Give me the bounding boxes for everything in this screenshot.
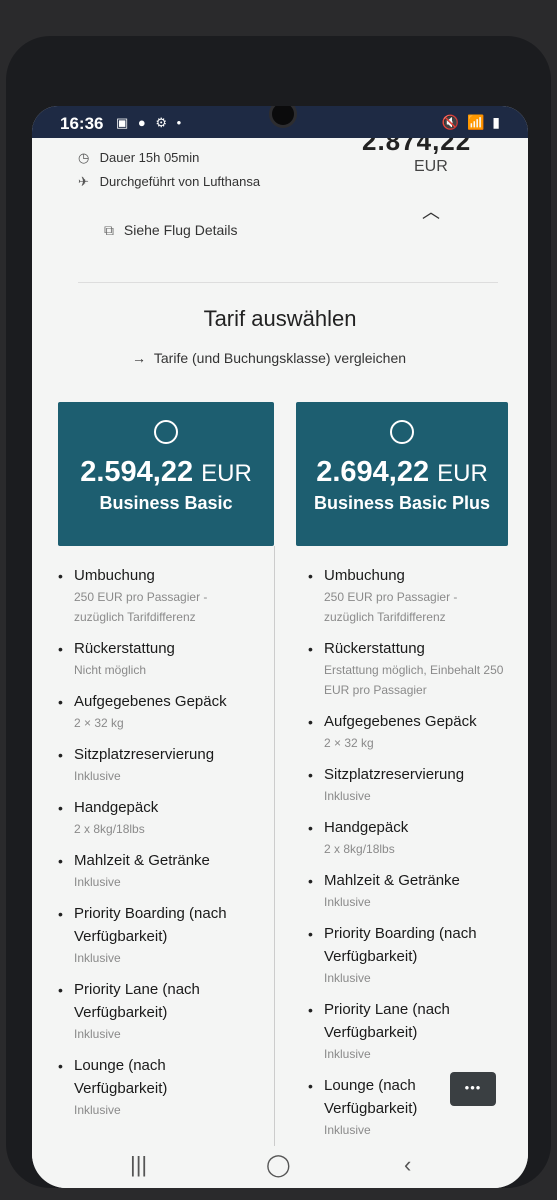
recents-icon[interactable]: ||| [130,1152,147,1178]
compare-fares-link[interactable]: → Tarife (und Buchungsklasse) vergleiche… [132,350,406,366]
copy-icon: ⧉ [104,222,114,238]
compare-fares-label: Tarife (und Buchungsklasse) vergleichen [153,350,407,366]
operator-row: ✈ Durchgeführt von Lufthansa [78,174,260,190]
feature-item: • Sitzplatzreservierung Inklusive [308,766,465,803]
feature-item: • Aufgegebenes Gepäck 2 × 32 kg [308,713,477,750]
fare-radio-button[interactable] [154,420,178,444]
fare-name: Business Basic Plus [313,493,491,513]
fare-features-basic: • Umbuchung 250 EUR pro Passagier - zuzügl… [58,564,258,1130]
flight-details-label: Siehe Flug Details [123,222,238,238]
arrow-right-icon: → [132,350,146,366]
collapse-chevron-icon[interactable]: ︿ [422,198,440,224]
home-icon[interactable]: ◯ [266,1152,291,1178]
feature-item: • Handgepäck 2 x 8kg/18lbs [308,819,409,856]
duration-row: ◷ Dauer 15h 05min [78,150,199,166]
android-nav-bar: ||| ◯ ‹ [32,1146,528,1188]
fare-price: 2.694,22 EUR [316,456,488,488]
feature-item: • Mahlzeit & Getränke Inklusive [308,872,460,909]
fare-card-business-basic[interactable]: 2.594,22 EUR Business Basic [58,402,274,546]
fare-section-title: Tarif auswählen [203,306,357,331]
feature-item: • Handgepäck 2 x 8kg/18lbs [58,799,159,836]
fare-price: 2.594,22 EUR [80,456,252,488]
chat-button[interactable]: ••• [450,1072,496,1106]
feature-item: • Priority Boarding (nach Verfügbarkeit) I… [308,925,477,985]
feature-item: • Priority Boarding (nach Verfügbarkeit) I… [58,905,227,965]
back-icon[interactable]: ‹ [404,1152,411,1178]
operator-text: Durchgeführt von Lufthansa [99,174,261,189]
feature-item: • Priority Lane (nach Verfügbarkeit) Inklu… [308,1001,450,1061]
section-divider [78,282,498,283]
feature-item: • Mahlzeit & Getränke Inklusive [58,852,210,889]
clock-icon: ◷ [78,150,90,165]
top-price-currency: EUR [414,158,448,175]
airplane-icon: ✈ [78,174,89,189]
fare-radio-button[interactable] [390,420,414,444]
fare-features-basic-plus: • Umbuchung 250 EUR pro Passagier - zuzügl… [308,564,508,1150]
screen: 2.874,22 EUR 16:36 ▣ ● ⚙ • 🔇 📶 ▮ ◷ Dauer… [32,106,528,1188]
feature-item: • Sitzplatzreservierung Inklusive [58,746,215,783]
notification-icons: ▣ ● ⚙ • [116,115,185,130]
flight-details-link[interactable]: ⧉ Siehe Flug Details [104,222,238,239]
feature-item: • Rückerstattung Nicht möglich [58,640,175,677]
front-camera [269,106,297,128]
feature-item: • Priority Lane (nach Verfügbarkeit) Inklu… [58,981,200,1041]
fare-name: Business Basic [99,493,233,513]
status-time: 16:36 [60,114,104,133]
system-status-icons: 🔇 📶 ▮ [441,114,502,130]
feature-item: • Umbuchung 250 EUR pro Passagier - zuzügl… [58,567,208,624]
column-divider [274,546,275,1146]
status-bar: 16:36 ▣ ● ⚙ • 🔇 📶 ▮ [32,106,528,138]
phone-frame: 2.874,22 EUR 16:36 ▣ ● ⚙ • 🔇 📶 ▮ ◷ Dauer… [6,36,551,1188]
chat-dots-icon: ••• [464,1080,482,1095]
feature-item: • Lounge (nach Verfügbarkeit) Inklusive [58,1057,168,1117]
feature-item: • Rückerstattung Erstattung möglich, Einbe… [308,640,504,697]
feature-item: • Aufgegebenes Gepäck 2 × 32 kg [58,693,227,730]
fare-card-business-basic-plus[interactable]: 2.694,22 EUR Business Basic Plus [296,402,508,546]
duration-text: Dauer 15h 05min [99,150,200,165]
feature-item: • Umbuchung 250 EUR pro Passagier - zuzügl… [308,567,458,624]
